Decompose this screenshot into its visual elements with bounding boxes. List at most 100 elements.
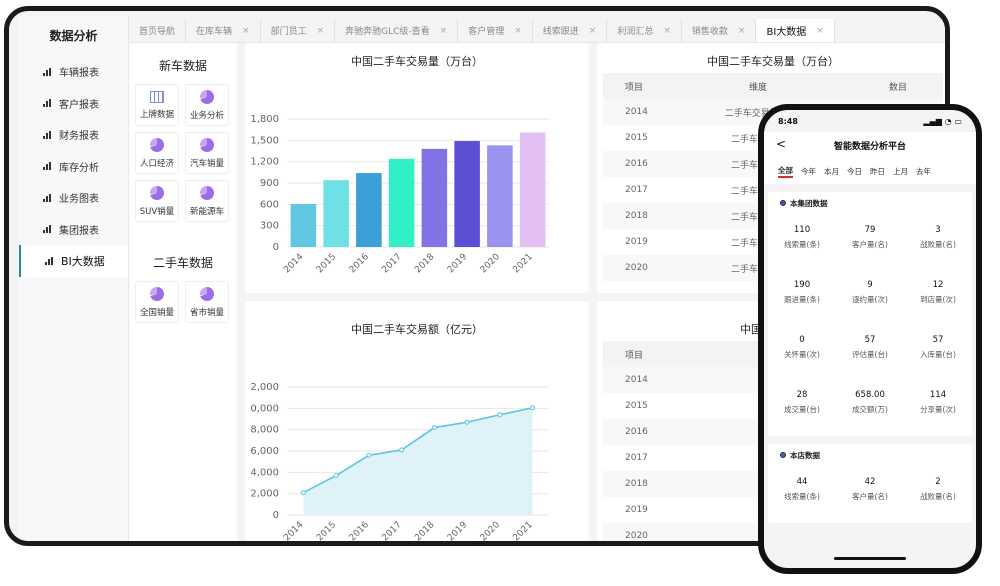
filter-option[interactable]: 去年 [916,166,931,177]
table-cell: 2015 [625,133,648,143]
filter-option[interactable]: 上月 [893,166,908,177]
bar[interactable] [421,148,448,247]
category-item[interactable]: 人口经济 [135,132,179,174]
filter-option[interactable]: 本月 [824,166,839,177]
sidebar-item[interactable]: BI大数据 [19,245,128,277]
stat-item[interactable]: 110 线索量(条) [768,210,836,265]
stat-item[interactable]: 57 评估量(台) [836,320,904,375]
sidebar-item[interactable]: 业务图表 [19,182,128,214]
area-chart-card: 中国二手车交易额（亿元） 0 2,000 4,000 6,000 8,000 0,000 2… [245,301,589,541]
data-point[interactable] [333,473,339,479]
stat-item[interactable]: 42 客户量(名) [836,462,904,517]
group-section-title: 本集团数据 [790,198,828,208]
tab[interactable]: 奔驰奔驰GLC级-查看 × [335,19,459,42]
filter-option[interactable]: 今日 [847,166,862,177]
tab[interactable]: 利润汇总 × [607,19,682,42]
category-item[interactable]: 全国销量 [135,281,179,323]
sidebar-item-label: 集团报表 [59,225,99,237]
close-icon[interactable]: × [317,26,325,36]
close-icon[interactable]: × [816,26,824,36]
tab[interactable]: 客户管理 × [458,19,533,42]
bar[interactable] [290,203,317,247]
close-icon[interactable]: × [663,26,671,36]
pie-icon [200,89,214,104]
close-icon[interactable]: × [242,26,250,36]
sidebar-item-label: 车辆报表 [59,68,99,80]
sidebar-item[interactable]: 财务报表 [19,119,128,151]
sidebar-item[interactable]: 客户报表 [19,88,128,120]
stat-item[interactable]: 3 战败量(名) [904,210,972,265]
category-label: 上牌数据 [139,109,174,120]
category-item[interactable]: 新能源车 [185,180,229,222]
data-point[interactable] [300,490,306,496]
area-fill [303,407,533,515]
category-item[interactable]: 上牌数据 [135,84,179,126]
category-item[interactable]: 业务分析 [185,84,229,126]
filter-option[interactable]: 昨日 [870,166,885,177]
bar[interactable] [519,132,546,247]
phone-time: 8:48 [778,116,798,126]
stat-item[interactable]: 0 关怀量(次) [768,320,836,375]
tab[interactable]: 部门员工 × [261,19,336,42]
tab[interactable]: 首页导航 [129,19,187,42]
table-cell: 2019 [625,237,648,247]
bar[interactable] [487,145,513,247]
x-tick-label: 2021 [511,252,534,275]
stat-label: 客户量(名) [852,492,888,501]
filter-option[interactable]: 全部 [778,165,793,178]
stat-label: 战败量(名) [920,240,956,249]
data-point[interactable] [497,412,503,418]
table-cell: 2016 [625,427,648,437]
phone-title: 智能数据分析平台 [833,141,906,152]
close-icon[interactable]: × [738,26,746,36]
stat-item[interactable]: 57 入库量(台) [904,320,972,375]
category-item[interactable]: SUV销量 [135,180,179,222]
table-header-cell: 项目 [625,82,644,93]
stat-item[interactable]: 114 分享量(次) [904,375,972,430]
sidebar-item[interactable]: 库存分析 [19,151,128,183]
tab[interactable]: 线索跟进 × [533,19,608,42]
category-item[interactable]: 省市销量 [185,281,229,323]
bar[interactable] [454,141,480,247]
tab-label: 奔驰奔驰GLC级-查看 [345,27,430,37]
pie-icon [200,137,214,152]
bar[interactable] [356,173,382,247]
tab[interactable]: BI大数据 × [756,19,835,42]
tab-label: 首页导航 [139,27,176,37]
x-tick-label: 2020 [479,520,502,541]
tab[interactable]: 在库车辆 × [186,19,261,42]
data-point[interactable] [399,447,405,453]
stat-item[interactable]: 12 到店量(次) [904,265,972,320]
bar[interactable] [323,180,349,247]
close-icon[interactable]: × [589,26,597,36]
stat-label: 到店量(次) [920,295,956,304]
back-icon[interactable]: < [776,137,786,151]
stat-item[interactable]: 9 逐约量(次) [836,265,904,320]
stat-item[interactable]: 44 线索量(条) [768,462,836,517]
data-point[interactable] [366,452,372,458]
stat-value: 79 [864,225,876,235]
stat-item[interactable]: 2 战败量(名) [904,462,972,517]
close-icon[interactable]: × [514,26,522,36]
bar[interactable] [388,158,415,247]
stat-item[interactable]: 658.00 成交额(万) [836,375,904,430]
data-point[interactable] [530,405,536,411]
stat-item[interactable]: 190 跟进量(条) [768,265,836,320]
data-point[interactable] [431,425,437,431]
sidebar-item[interactable]: 车辆报表 [19,56,128,88]
data-point[interactable] [464,419,470,425]
close-icon[interactable]: × [440,26,448,36]
table-header-cell: 维度 [748,82,767,93]
table-cell: 2017 [625,453,648,463]
x-tick-label: 2019 [446,252,469,275]
sidebar-item[interactable]: 集团报表 [19,214,128,246]
tab[interactable]: 销售收款 × [682,19,757,42]
stat-item[interactable]: 79 客户量(名) [836,210,904,265]
y-tick-label: 8,000 [250,425,279,436]
stat-item[interactable]: 28 成交量(台) [768,375,836,430]
tab-label: 利润汇总 [617,27,654,37]
stat-label: 线索量(条) [784,492,820,501]
filter-option[interactable]: 今年 [801,166,816,177]
category-item[interactable]: 汽车销量 [185,132,229,174]
sidebar: 数据分析 车辆报表 客户报表 财务报表 库存分析 业务图表 集团报表 BI大数据 [19,16,129,541]
